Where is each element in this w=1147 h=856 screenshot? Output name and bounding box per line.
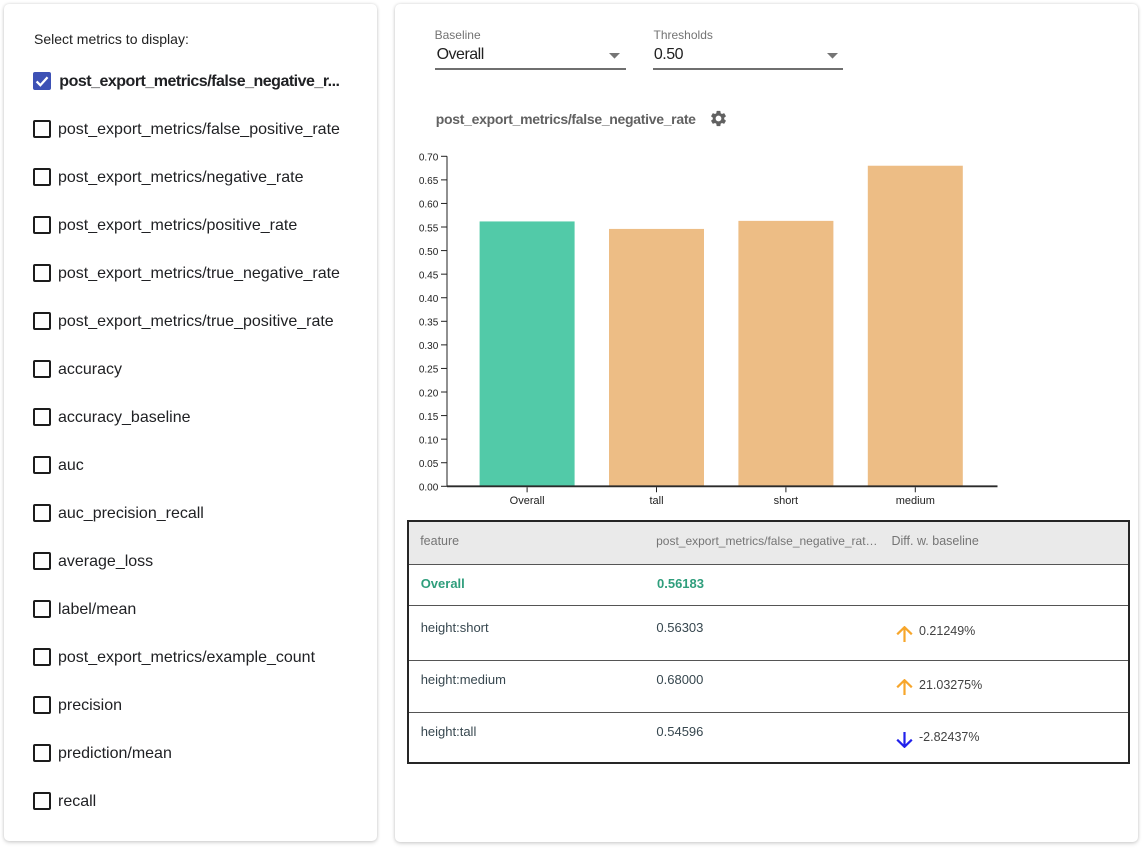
svg-text:0.70: 0.70: [419, 153, 439, 164]
svg-text:0.10: 0.10: [419, 435, 439, 446]
svg-text:0.30: 0.30: [419, 341, 439, 352]
svg-text:0.00: 0.00: [419, 483, 439, 494]
svg-text:0.40: 0.40: [419, 294, 439, 305]
svg-text:tall: tall: [649, 495, 663, 507]
svg-text:0.25: 0.25: [419, 365, 439, 376]
svg-text:Overall: Overall: [510, 495, 545, 507]
svg-text:0.05: 0.05: [419, 459, 439, 470]
svg-text:0.15: 0.15: [419, 412, 439, 423]
svg-text:0.50: 0.50: [419, 247, 439, 258]
svg-text:0.60: 0.60: [419, 200, 439, 211]
svg-text:0.35: 0.35: [419, 318, 439, 329]
svg-text:0.55: 0.55: [419, 223, 439, 234]
svg-text:0.20: 0.20: [419, 388, 439, 399]
svg-text:0.65: 0.65: [419, 176, 439, 187]
svg-text:0.45: 0.45: [419, 270, 439, 281]
svg-text:short: short: [774, 495, 798, 507]
svg-text:medium: medium: [896, 495, 935, 507]
